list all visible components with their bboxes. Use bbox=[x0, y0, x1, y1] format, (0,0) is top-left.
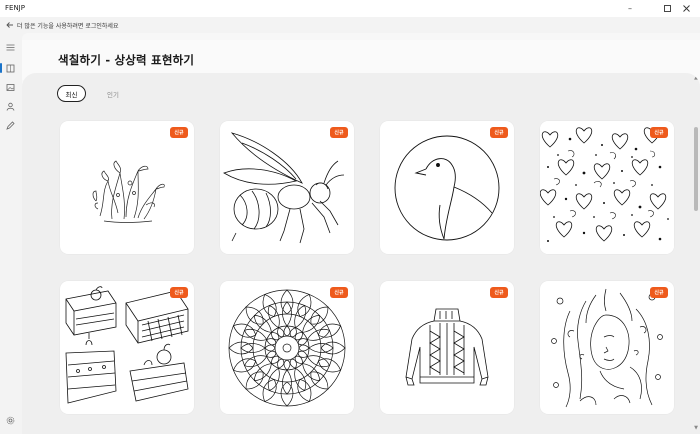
sidebar-item-draw[interactable] bbox=[3, 118, 17, 132]
sidebar bbox=[0, 33, 20, 434]
cakes-artwork bbox=[65, 286, 189, 404]
new-badge: 신규 bbox=[330, 127, 348, 138]
scrollbar-thumb[interactable] bbox=[694, 127, 698, 211]
settings-button[interactable] bbox=[3, 413, 17, 427]
scroll-down-button[interactable]: ▼ bbox=[693, 425, 699, 431]
active-indicator bbox=[0, 63, 2, 73]
card-wasp[interactable]: 신규 bbox=[220, 121, 354, 254]
card-sweater[interactable]: 신규 bbox=[380, 281, 514, 414]
title-bar: FENJP – bbox=[0, 0, 700, 17]
card-ornate-woman[interactable]: 신규 bbox=[540, 281, 674, 414]
book-icon bbox=[6, 64, 14, 72]
bird-in-circle-artwork bbox=[394, 135, 500, 241]
new-badge: 신규 bbox=[490, 127, 508, 138]
back-button[interactable] bbox=[4, 19, 16, 31]
content-area: 최신 인기 신규 신규 신규 신규 신규 신규 신규 신규 ▲ ▼ bbox=[22, 73, 700, 434]
new-badge: 신규 bbox=[650, 127, 668, 138]
mandala-artwork bbox=[228, 289, 346, 407]
new-badge: 신규 bbox=[330, 287, 348, 298]
sweater-artwork bbox=[405, 308, 489, 386]
sidebar-item-gallery[interactable] bbox=[3, 80, 17, 94]
gear-icon bbox=[6, 416, 14, 424]
ornate-woman-artwork bbox=[551, 288, 663, 408]
new-badge: 신규 bbox=[170, 287, 188, 298]
new-badge: 신규 bbox=[170, 127, 188, 138]
user-icon bbox=[6, 102, 14, 111]
card-bird-in-circle[interactable]: 신규 bbox=[380, 121, 514, 254]
card-coral-plants[interactable]: 신규 bbox=[60, 121, 194, 254]
arrow-left-icon bbox=[6, 22, 13, 28]
close-button[interactable] bbox=[672, 0, 700, 17]
sidebar-item-library[interactable] bbox=[3, 61, 17, 75]
maximize-icon bbox=[663, 5, 671, 12]
minimize-icon: – bbox=[628, 4, 632, 13]
sub-bar: 더 많은 기능을 사용하려면 로그인하세요 bbox=[0, 17, 700, 33]
sidebar-item-menu[interactable] bbox=[3, 40, 17, 54]
wasp-artwork bbox=[223, 132, 345, 244]
app-title: FENJP bbox=[5, 4, 25, 12]
hearts-pattern-artwork bbox=[540, 121, 674, 254]
coral-plants-artwork bbox=[92, 160, 165, 223]
card-cakes[interactable]: 신규 bbox=[60, 281, 194, 414]
sidebar-item-profile[interactable] bbox=[3, 99, 17, 113]
image-icon bbox=[6, 83, 14, 91]
page-title: 색칠하기 - 상상력 표현하기 bbox=[58, 53, 195, 67]
new-badge: 신규 bbox=[490, 287, 508, 298]
hamburger-icon bbox=[6, 44, 14, 50]
tab-popular[interactable]: 인기 bbox=[102, 85, 124, 102]
card-hearts-pattern[interactable]: 신규 bbox=[540, 121, 674, 254]
login-notice[interactable]: 더 많은 기능을 사용하려면 로그인하세요 bbox=[17, 21, 118, 30]
brush-icon bbox=[5, 120, 15, 130]
close-icon bbox=[682, 5, 690, 12]
tab-latest[interactable]: 최신 bbox=[57, 85, 86, 102]
card-mandala[interactable]: 신규 bbox=[220, 281, 354, 414]
new-badge: 신규 bbox=[650, 287, 668, 298]
minimize-button[interactable]: – bbox=[616, 0, 644, 17]
scroll-up-button[interactable]: ▲ bbox=[693, 75, 699, 81]
